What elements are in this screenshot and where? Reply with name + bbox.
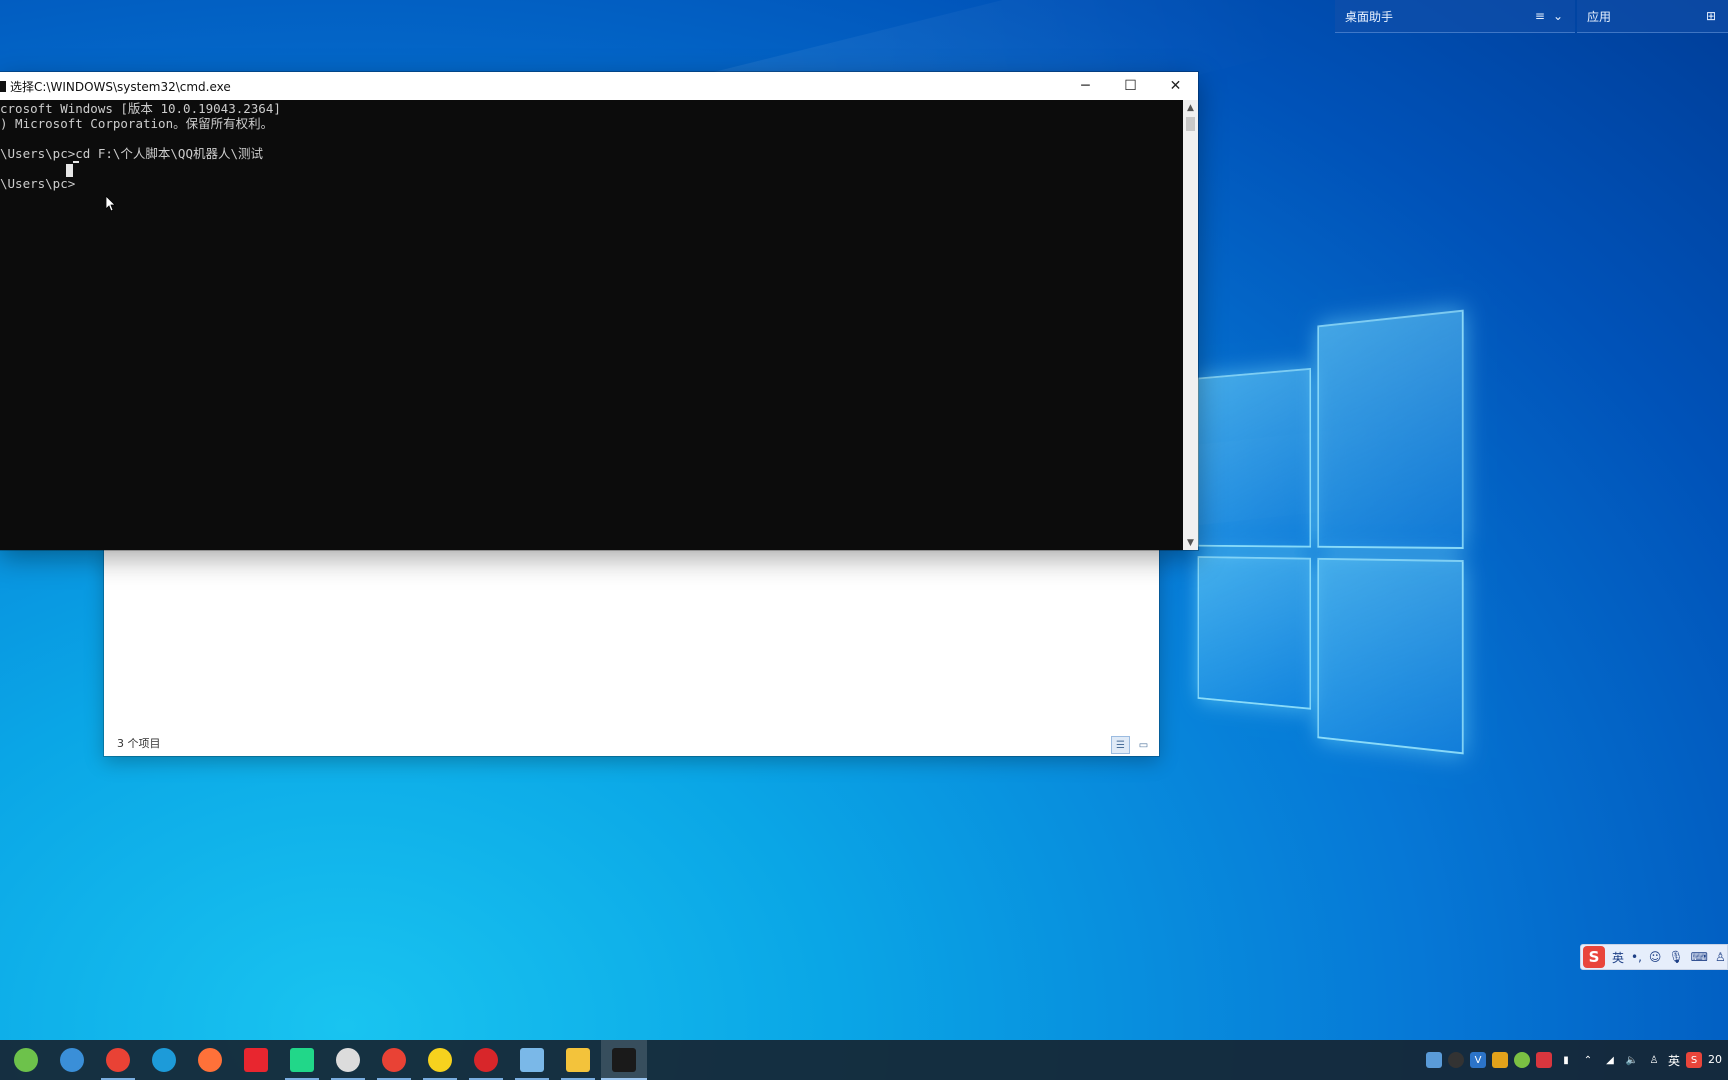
clock[interactable]: 20: [1708, 1053, 1722, 1067]
recorder-icon: [474, 1048, 498, 1072]
scroll-down-icon[interactable]: ▼: [1183, 535, 1198, 550]
youdao-dictionary-icon: [244, 1048, 268, 1072]
taskbar-app-recorder[interactable]: [463, 1040, 509, 1080]
input-language[interactable]: 英: [1668, 1052, 1680, 1069]
usb-icon[interactable]: ▮: [1558, 1052, 1574, 1068]
scroll-thumb[interactable]: [1186, 117, 1195, 131]
taskbar-app-image-viewer[interactable]: [509, 1040, 555, 1080]
logo-pane: [1317, 557, 1464, 755]
ime-toolbar[interactable]: S 英 •, ☺ 🎙 ⌨ ♙: [1580, 944, 1728, 970]
sogou-logo-icon[interactable]: S: [1583, 946, 1605, 968]
command-prompt-icon: [612, 1048, 636, 1072]
tray-app-icon[interactable]: [1535, 1052, 1552, 1068]
tray-app-icon[interactable]: [1425, 1052, 1442, 1068]
view-toggle[interactable]: ☰ ▭: [1111, 736, 1153, 754]
network-icon[interactable]: ◢: [1602, 1052, 1618, 1068]
taskbar-app-file-explorer[interactable]: [555, 1040, 601, 1080]
obs-like-app-icon: [336, 1048, 360, 1072]
apps-widget[interactable]: 应用 ⊞: [1577, 0, 1728, 33]
mouse-pointer-icon: [106, 196, 116, 212]
ime-punctuation[interactable]: •,: [1631, 950, 1642, 964]
taskbar-app-pycharm[interactable]: [279, 1040, 325, 1080]
taskbar-apps[interactable]: [0, 1040, 647, 1080]
shield-icon[interactable]: [1491, 1052, 1508, 1068]
taskbar-app-qq-music[interactable]: [417, 1040, 463, 1080]
file-explorer-window[interactable]: 3 个项目 ☰ ▭: [104, 545, 1159, 756]
console-output[interactable]: crosoft Windows [版本 10.0.19043.2364] ) M…: [0, 100, 1183, 550]
user-icon[interactable]: ♙: [1715, 950, 1726, 964]
grid-icon[interactable]: ⊞: [1706, 9, 1716, 23]
taskbar-app-network-tool[interactable]: [49, 1040, 95, 1080]
chrome-icon: [106, 1048, 130, 1072]
image-viewer-icon: [520, 1048, 544, 1072]
tray-app-icon[interactable]: [1513, 1052, 1530, 1068]
network-tool-icon: [60, 1048, 84, 1072]
taskbar-app-command-prompt[interactable]: [601, 1040, 647, 1080]
cmd-icon: [0, 80, 6, 92]
logo-pane: [1197, 367, 1312, 548]
keyboard-icon[interactable]: ⌨: [1691, 950, 1708, 964]
minimize-button[interactable]: ─: [1063, 72, 1108, 100]
system-tray[interactable]: V ▮ ⌃ ◢ 🔈 ♙ 英 S 20: [1425, 1040, 1728, 1080]
widget-title: 应用: [1587, 9, 1612, 24]
windows-logo: [1191, 309, 1464, 755]
qq-music-icon: [428, 1048, 452, 1072]
volume-icon[interactable]: 🔈: [1624, 1052, 1640, 1068]
console-line: crosoft Windows [版本 10.0.19043.2364]: [0, 101, 281, 116]
taskbar[interactable]: V ▮ ⌃ ◢ 🔈 ♙ 英 S 20: [0, 1040, 1728, 1080]
user-icon[interactable]: ♙: [1646, 1052, 1662, 1068]
console-line: \Users\pc>cd F:\个人脚本\QQ机器人\测试: [0, 146, 264, 161]
logo-pane: [1317, 309, 1464, 550]
desktop-helper-widget[interactable]: 桌面助手 ≡ ⌄: [1335, 0, 1575, 33]
tray-app-icon[interactable]: [1447, 1052, 1464, 1068]
sogou-tray-icon[interactable]: S: [1686, 1052, 1702, 1068]
menu-icon[interactable]: ≡: [1535, 9, 1545, 23]
taskbar-app-firefox[interactable]: [187, 1040, 233, 1080]
widget-controls[interactable]: ⊞: [1706, 9, 1728, 23]
chevron-down-icon[interactable]: ⌄: [1553, 9, 1563, 23]
pycharm-icon: [290, 1048, 314, 1072]
taskbar-app-chrome-2[interactable]: [371, 1040, 417, 1080]
emoji-icon[interactable]: ☺: [1649, 950, 1662, 964]
scroll-up-icon[interactable]: ▲: [1183, 100, 1198, 115]
desktop-organizer-icon: [14, 1048, 38, 1072]
firefox-icon: [198, 1048, 222, 1072]
item-count: 3 个项目: [117, 737, 161, 750]
file-explorer-icon: [566, 1048, 590, 1072]
logo-pane: [1197, 556, 1312, 710]
tray-app-icon[interactable]: V: [1469, 1052, 1486, 1068]
taskbar-app-chrome[interactable]: [95, 1040, 141, 1080]
edge-icon: [152, 1048, 176, 1072]
window-title: 选择C:\WINDOWS\system32\cmd.exe: [10, 79, 231, 94]
chrome-2-icon: [382, 1048, 406, 1072]
maximize-button[interactable]: ☐: [1108, 72, 1153, 100]
text-cursor: [66, 164, 73, 177]
details-view-icon[interactable]: ☰: [1111, 736, 1130, 754]
taskbar-app-edge[interactable]: [141, 1040, 187, 1080]
taskbar-app-youdao-dictionary[interactable]: [233, 1040, 279, 1080]
title-bar[interactable]: 选择C:\WINDOWS\system32\cmd.exe ─ ☐ ✕: [0, 72, 1198, 100]
widget-title: 桌面助手: [1345, 9, 1394, 24]
widget-controls[interactable]: ≡ ⌄: [1535, 9, 1575, 23]
console-line: ) Microsoft Corporation。保留所有权利。: [0, 116, 274, 131]
chevron-up-icon[interactable]: ⌃: [1580, 1052, 1596, 1068]
microphone-icon[interactable]: 🎙: [1668, 950, 1683, 964]
selection-mark: [73, 161, 79, 163]
vertical-scrollbar[interactable]: ▲ ▼: [1183, 100, 1198, 550]
console-line: \Users\pc>: [0, 176, 76, 191]
cmd-window[interactable]: 选择C:\WINDOWS\system32\cmd.exe ─ ☐ ✕ cros…: [0, 72, 1198, 550]
large-icons-view-icon[interactable]: ▭: [1134, 736, 1153, 754]
taskbar-app-desktop-organizer[interactable]: [3, 1040, 49, 1080]
ime-mode[interactable]: 英: [1612, 949, 1624, 966]
close-button[interactable]: ✕: [1153, 72, 1198, 100]
taskbar-app-obs-like-app[interactable]: [325, 1040, 371, 1080]
